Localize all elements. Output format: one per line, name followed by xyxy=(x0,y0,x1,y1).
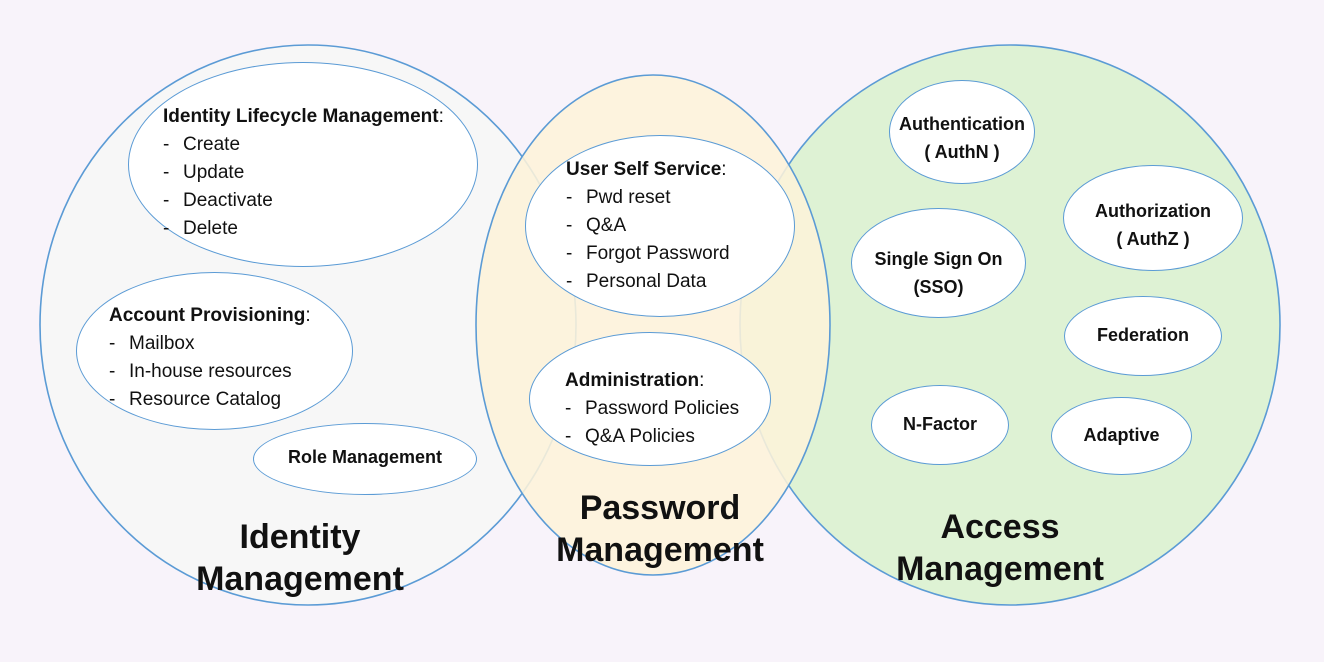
federation-label: Federation xyxy=(1096,325,1189,345)
account-provisioning-text: Account Provisioning: - Mailbox - In-house… xyxy=(109,302,311,414)
list-item: - Q&A Policies xyxy=(565,426,695,447)
list-item: - Mailbox xyxy=(109,333,195,354)
authentication-label: Authentication ( AuthN ) xyxy=(899,114,1025,162)
list-item: - In-house resources xyxy=(109,361,292,382)
account-provisioning-heading: Account Provisioning xyxy=(109,305,306,326)
password-management-title: Password Management xyxy=(556,489,764,569)
identity-lifecycle-text: Identity Lifecycle Management: - Create -… xyxy=(163,103,444,243)
adaptive-label: Adaptive xyxy=(1083,425,1160,445)
list-item: - Deactivate xyxy=(163,190,273,211)
identity-management-title: Identity Management xyxy=(196,518,404,598)
list-item: - Q&A xyxy=(566,215,627,236)
user-self-service-text: User Self Service: - Pwd reset - Q&A - Forg… xyxy=(566,156,730,296)
list-item: - Delete xyxy=(163,218,238,239)
list-item: - Personal Data xyxy=(566,271,707,292)
nfactor-label: N-Factor xyxy=(902,414,977,434)
administration-heading: Administration xyxy=(565,370,700,391)
identity-lifecycle-heading: Identity Lifecycle Management xyxy=(163,106,439,127)
list-item: - Pwd reset xyxy=(566,187,671,208)
sso-label: Single Sign On (SSO) xyxy=(874,249,1003,297)
user-self-service-heading: User Self Service xyxy=(566,159,722,180)
list-item: - Update xyxy=(163,162,245,183)
access-management-title: Access Management xyxy=(896,508,1104,588)
administration-text: Administration: - Password Policies - Q&A … xyxy=(565,367,739,451)
list-item: - Resource Catalog xyxy=(109,389,282,410)
list-item: - Create xyxy=(163,134,241,155)
list-item: - Password Policies xyxy=(565,398,740,419)
venn-diagram: Identity Lifecycle Management: - Create -… xyxy=(0,0,1324,662)
list-item: - Forgot Password xyxy=(566,243,730,264)
authorization-label: Authorization ( AuthZ ) xyxy=(1095,201,1211,249)
role-management-label: Role Management xyxy=(287,447,443,467)
